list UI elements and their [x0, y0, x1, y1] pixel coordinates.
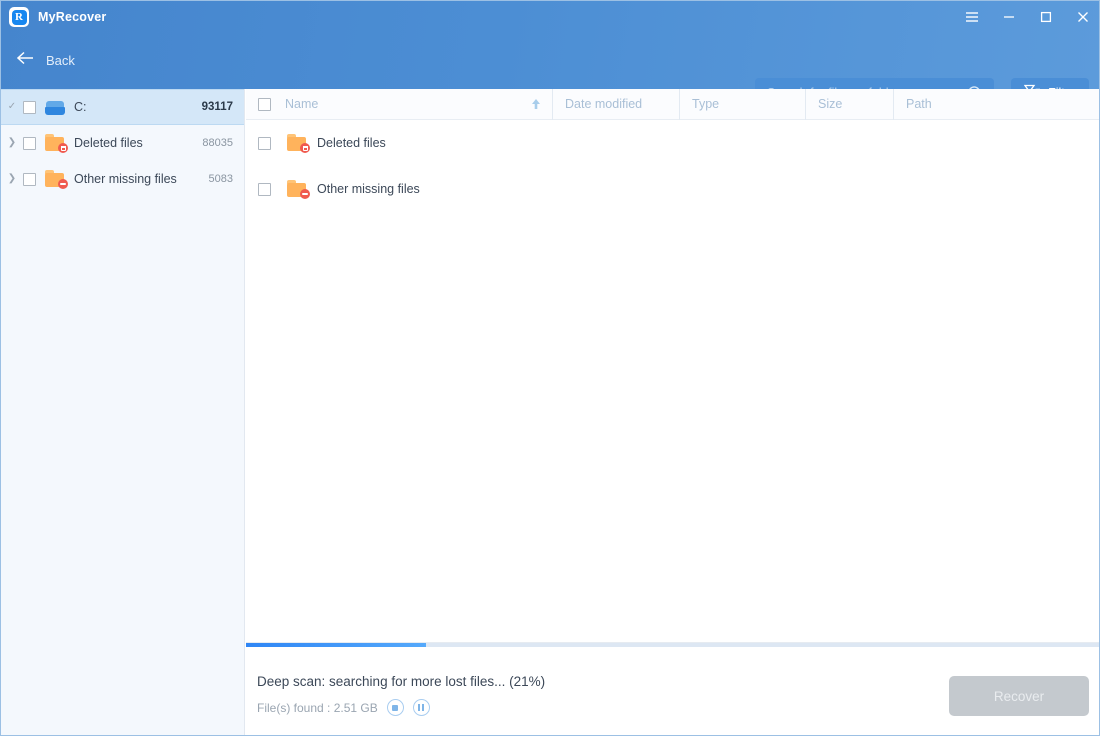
deleted-folder-icon [45, 134, 67, 152]
sidebar-item-other-missing-files[interactable]: ❯ Other missing files 5083 [1, 161, 244, 197]
row-checkbox[interactable] [258, 183, 271, 196]
sidebar-item-count: 93117 [202, 101, 233, 113]
sidebar-item-deleted-files[interactable]: ❯ Deleted files 88035 [1, 125, 244, 161]
missing-folder-icon [287, 180, 309, 198]
row-checkbox[interactable] [258, 137, 271, 150]
maximize-icon[interactable] [1027, 1, 1064, 33]
column-header-size[interactable]: Size [805, 89, 893, 120]
close-icon[interactable] [1064, 1, 1100, 33]
scan-progress-bar [246, 643, 1100, 647]
sidebar-checkbox-deleted-files[interactable] [23, 137, 36, 150]
sort-ascending-icon [531, 98, 541, 113]
pause-icon [418, 704, 424, 711]
file-list-header: Name Date modified Type Size Path [246, 89, 1100, 120]
window-controls [953, 1, 1100, 33]
scan-status-details: File(s) found : 2.51 GB [257, 699, 430, 716]
stop-icon [392, 705, 398, 711]
scan-status-message: Deep scan: searching for more lost files… [257, 674, 545, 689]
chevron-right-icon[interactable]: ❯ [1, 125, 23, 161]
scan-progress-fill [246, 643, 426, 647]
app-logo-icon: R [9, 7, 29, 27]
title-bar: R MyRecover [1, 1, 1100, 33]
sidebar-item-count: 88035 [202, 137, 233, 149]
row-name: Deleted files [317, 136, 386, 150]
table-row[interactable]: Deleted files [246, 120, 1100, 166]
select-all-checkbox[interactable] [258, 98, 271, 111]
app-header: R MyRecover [1, 1, 1100, 89]
missing-folder-icon [45, 170, 67, 188]
file-list-panel: Name Date modified Type Size Path [246, 89, 1100, 642]
chevron-right-icon[interactable]: ❯ [1, 161, 23, 197]
column-header-path-label: Path [906, 97, 932, 111]
column-header-type[interactable]: Type [679, 89, 805, 120]
app-title: MyRecover [38, 10, 107, 24]
status-bar: Deep scan: searching for more lost files… [246, 642, 1100, 736]
menu-icon[interactable] [953, 1, 990, 33]
deleted-folder-icon [287, 134, 309, 152]
sidebar-checkbox-drive-c[interactable] [23, 101, 36, 114]
toolbar: Back Search for files or folders [1, 33, 1100, 89]
column-header-path[interactable]: Path [893, 89, 1100, 120]
column-header-name[interactable]: Name [246, 89, 552, 120]
back-button[interactable]: Back [9, 45, 83, 75]
sidebar-tree: ✓ C: 93117 ❯ Deleted files 88035 ❯ [1, 89, 245, 736]
minimize-icon[interactable] [990, 1, 1027, 33]
sidebar-item-label: Deleted files [74, 136, 143, 150]
back-label: Back [46, 53, 75, 68]
column-header-date-modified-label: Date modified [565, 97, 642, 111]
column-header-name-label: Name [285, 97, 318, 111]
sidebar-item-count: 5083 [209, 173, 233, 185]
recover-button[interactable]: Recover [949, 676, 1089, 716]
table-row[interactable]: Other missing files [246, 166, 1100, 212]
sidebar-item-drive-c[interactable]: ✓ C: 93117 [1, 89, 244, 125]
app-window: R MyRecover [0, 0, 1100, 736]
app-logo-letter: R [12, 10, 27, 25]
row-name: Other missing files [317, 182, 420, 196]
sidebar-item-label: C: [74, 100, 87, 114]
column-header-date-modified[interactable]: Date modified [552, 89, 679, 120]
column-header-type-label: Type [692, 97, 719, 111]
arrow-left-icon [17, 51, 34, 70]
drive-icon [45, 98, 67, 116]
chevron-down-icon[interactable]: ✓ [1, 89, 23, 125]
files-found-label: File(s) found : 2.51 GB [257, 701, 378, 715]
sidebar-item-label: Other missing files [74, 172, 177, 186]
column-header-size-label: Size [818, 97, 842, 111]
sidebar-checkbox-other-missing-files[interactable] [23, 173, 36, 186]
pause-scan-button[interactable] [413, 699, 430, 716]
stop-scan-button[interactable] [387, 699, 404, 716]
